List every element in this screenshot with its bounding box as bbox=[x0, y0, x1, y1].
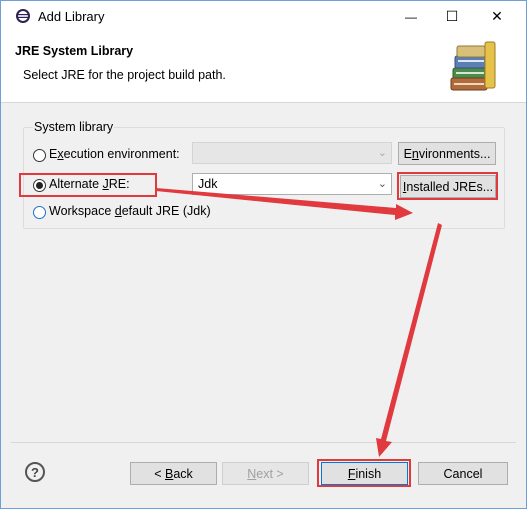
annotation-arrows bbox=[156, 188, 442, 457]
add-library-dialog: Add Library — ☐ ✕ JRE System Library Sel… bbox=[0, 0, 527, 509]
annotation-arrow-to-finish bbox=[376, 223, 442, 457]
annotation-arrow-to-installed-jres bbox=[156, 188, 413, 220]
